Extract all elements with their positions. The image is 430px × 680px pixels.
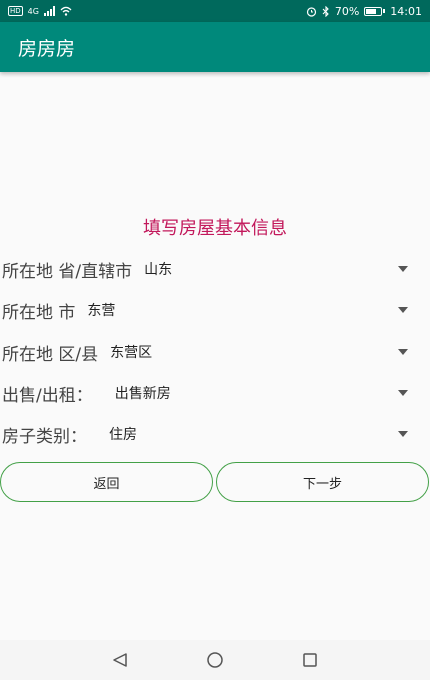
wifi-icon — [60, 6, 72, 16]
network-type: 4G — [27, 6, 39, 16]
form-title: 填写房屋基本信息 — [143, 218, 287, 239]
app-bar: 房房房 — [0, 22, 430, 72]
city-label: 所在地 市 — [2, 302, 76, 323]
signal-icon — [43, 6, 55, 16]
district-label: 所在地 区/县 — [2, 344, 99, 365]
dropdown-arrow-icon — [398, 266, 408, 272]
recents-icon — [303, 653, 317, 667]
battery-percent: 70% — [334, 4, 360, 18]
sale-rent-value: 出售新房 — [114, 386, 171, 402]
dropdown-arrow-icon — [398, 431, 408, 437]
province-label: 所在地 省/直辖市 — [2, 261, 133, 282]
bluetooth-icon — [322, 5, 329, 17]
house-type-spinner[interactable]: 房子类别： 住房 — [0, 419, 430, 449]
home-nav-button[interactable] — [205, 650, 225, 670]
sale-rent-spinner[interactable]: 出售/出租： 出售新房 — [0, 378, 430, 408]
house-type-label: 房子类别： — [2, 426, 87, 447]
alarm-icon — [306, 6, 316, 17]
back-button[interactable]: 返回 — [0, 462, 213, 502]
system-nav-bar — [0, 640, 430, 680]
back-nav-button[interactable] — [110, 650, 130, 670]
status-bar: HD 4G 70% 14:01 — [0, 0, 430, 22]
house-type-value: 住房 — [109, 427, 137, 443]
sale-rent-label: 出售/出租： — [2, 385, 93, 406]
back-icon — [113, 653, 127, 667]
dropdown-arrow-icon — [398, 349, 408, 355]
app-title: 房房房 — [18, 37, 76, 60]
status-right: 70% 14:01 — [306, 5, 422, 18]
city-spinner[interactable]: 所在地 市 东营 — [0, 295, 430, 325]
city-value: 东营 — [87, 303, 116, 319]
next-step-button[interactable]: 下一步 — [216, 462, 429, 502]
district-spinner[interactable]: 所在地 区/县 东营区 — [0, 337, 430, 367]
status-left: HD 4G — [8, 6, 72, 16]
province-value: 山东 — [144, 262, 173, 278]
district-value: 东营区 — [110, 345, 153, 361]
clock: 14:01 — [390, 4, 422, 18]
recents-nav-button[interactable] — [300, 650, 320, 670]
dropdown-arrow-icon — [398, 307, 408, 313]
battery-icon — [364, 6, 386, 16]
province-spinner[interactable]: 所在地 省/直辖市 山东 — [0, 254, 430, 284]
dropdown-arrow-icon — [398, 390, 408, 396]
hd-badge: HD — [8, 6, 23, 16]
home-icon — [207, 652, 223, 668]
